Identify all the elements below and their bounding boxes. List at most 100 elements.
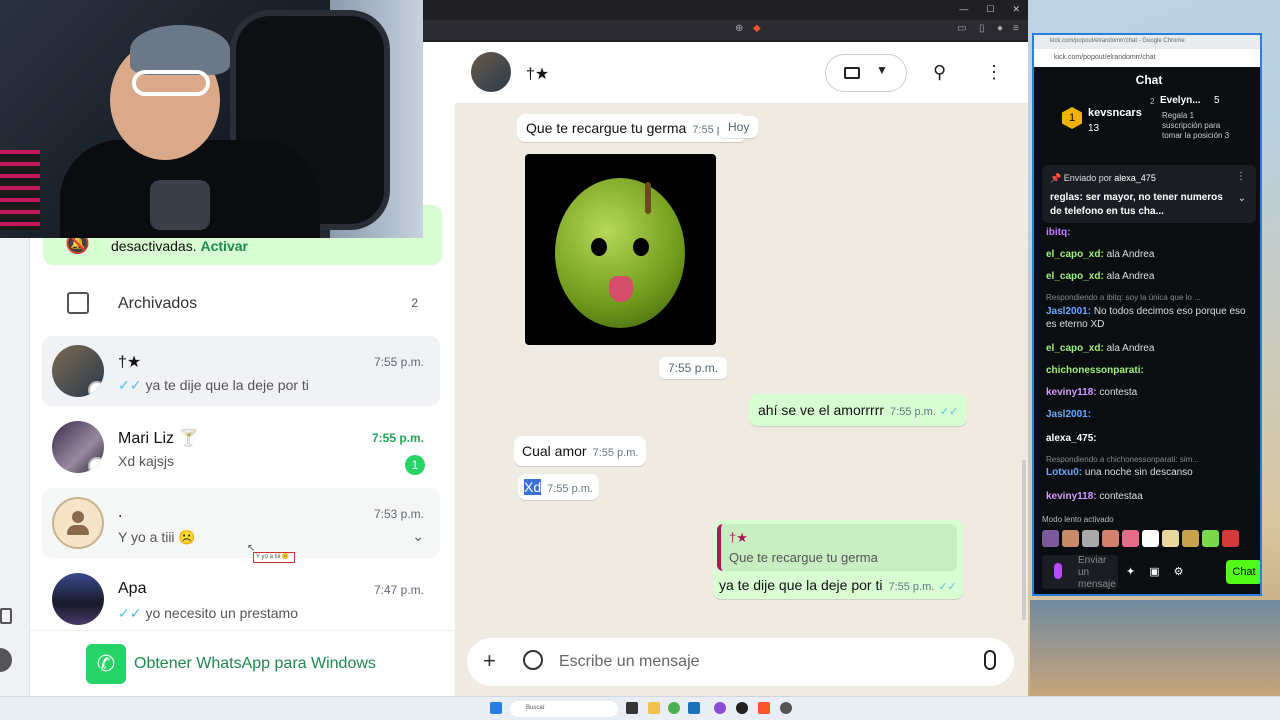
menu-icon[interactable]: ≡ [1013,23,1019,34]
emote-icon[interactable] [1102,530,1119,547]
close-icon[interactable]: ✕ [1012,4,1020,15]
windows-start-icon[interactable] [490,702,502,714]
chat-line: chichonessonparati: [1046,365,1144,376]
chat-line: Jasl2001: No todos decimos eso porque es… [1046,306,1246,330]
brave-shield-icon[interactable]: ◆ [753,23,761,34]
default-person-icon [72,511,84,523]
more-options-icon[interactable]: ⋮ [1236,171,1246,182]
chat-time: 7:55 p.m. [373,355,424,369]
wallet-icon[interactable]: ▭ [957,23,966,34]
quoted-author: †★ [729,530,748,545]
read-ticks-icon: ✓✓ [118,605,142,621]
read-ticks-icon: ✓✓ [118,377,142,393]
message-time: 7:55 p.m. [592,447,639,459]
emote-icon[interactable] [1202,530,1219,547]
dropdown-arrow-icon: ▼ [876,63,888,77]
contact-avatar[interactable] [471,52,511,92]
photoshop-icon[interactable] [688,702,700,714]
get-windows-app-banner[interactable]: ✆ Obtener WhatsApp para Windows [30,630,455,696]
olive-image [555,178,685,328]
nav-rail [0,238,30,696]
pinned-message[interactable]: 📌 Enviado por alexa_475 reglas: ser mayo… [1042,165,1256,223]
emote-icon[interactable] [1062,530,1079,547]
sticker-icon[interactable] [523,650,543,670]
emote-bar [1042,530,1239,547]
send-chat-button[interactable]: Chat [1226,560,1260,584]
message-bubble[interactable]: Xd 7:55 p.m. [518,474,599,500]
search-icon[interactable]: ⚲ [933,62,946,83]
archived-count: 2 [411,296,418,310]
chat-line: Lotxu0: una noche sin descanso [1046,467,1193,478]
sidebar-toggle-icon[interactable]: ▯ [979,23,985,34]
maximize-icon[interactable]: ☐ [986,4,994,15]
microphone-prop [150,180,210,230]
chat-time: 7:53 p.m. [373,507,424,521]
chat-item-3[interactable]: . 7:53 p.m. Y yo a tiii ☹️ ⌄ [42,488,440,558]
emote-icon[interactable] [1082,530,1099,547]
emote-icon[interactable] [1162,530,1179,547]
minimize-icon[interactable]: — [959,4,968,15]
message-bubble[interactable]: Que te recargue tu germa 7:55 p.m. [517,114,748,142]
chat-line: alexa_475: [1046,433,1097,444]
chat-item-2[interactable]: Mari Liz 🍸 7:55 p.m. Xd kajsjs 1 [42,412,440,482]
scrollbar[interactable] [1022,460,1026,620]
chevron-down-icon[interactable]: ⌄ [412,528,424,545]
chat-item-4[interactable]: Apa 7:47 p.m. ✓✓ yo necesito un prestamo [42,564,440,634]
contact-name[interactable]: †★ [526,64,549,84]
reply-message-bubble[interactable]: †★ Que te recargue tu germa ya te dije q… [713,520,963,599]
kick-chat-header: Chat [1135,73,1163,87]
emote-menu-icon[interactable]: ✦ [1126,565,1135,578]
chat-preview: ya te dije que la deje por ti [145,377,309,393]
emote-icon[interactable] [1142,530,1159,547]
settings-icon[interactable] [780,702,792,714]
emote-icon[interactable] [1122,530,1139,547]
image-message[interactable] [525,154,716,345]
archive-icon [67,292,89,314]
quoted-message[interactable]: †★ Que te recargue tu germa [717,524,957,571]
chat-line: el_capo_xd: ala Andrea [1046,249,1155,260]
obs-icon[interactable] [736,702,748,714]
microphone-icon[interactable] [984,650,996,670]
chat-line: el_capo_xd: ala Andrea [1046,271,1155,282]
gifter-count: 13 [1088,123,1100,134]
pinned-by-user: alexa_475 [1114,173,1156,183]
message-text: Cual amor [522,443,587,459]
status-icon[interactable] [0,608,12,624]
profile-icon[interactable]: ● [997,23,1003,34]
microphone-icon[interactable] [1054,563,1062,579]
message-input[interactable]: Escribe un mensaje [559,653,700,671]
task-view-icon[interactable] [626,702,638,714]
emote-icon[interactable] [1182,530,1199,547]
kick-chat-input[interactable]: Enviar un mensaje [1042,555,1118,590]
message-text: Xd [524,479,542,495]
chat-preview: Y yo a tiii ☹️ [118,529,196,545]
store-icon[interactable]: ▣ [1149,565,1159,578]
brave-icon[interactable] [758,702,770,714]
message-composer: + Escribe un mensaje [467,638,1014,686]
taskbar-search[interactable]: Buscar [510,701,618,717]
chrome-icon[interactable] [668,702,680,714]
chevron-down-icon[interactable]: ⌄ [1238,193,1246,204]
message-bubble[interactable]: ahí se ve el amorrrrr 7:55 p.m. ✓✓ [749,394,968,426]
avatar [52,421,104,473]
app-icon[interactable] [714,702,726,714]
notification-text: desactivadas. [111,238,197,254]
file-explorer-icon[interactable] [648,702,660,714]
chat-item-1[interactable]: †★ 7:55 p.m. ✓✓ ya te dije que la deje po… [42,336,440,406]
gifter-count: 5 [1214,95,1220,106]
archived-row[interactable]: Archivados 2 [43,284,442,324]
emote-icon[interactable] [1222,530,1239,547]
video-call-button[interactable]: ▼ [825,54,907,92]
more-options-icon[interactable]: ⋮ [985,62,1003,83]
message-text: ahí se ve el amorrrrr [758,402,885,418]
chat-time: 7:47 p.m. [373,583,424,597]
settings-gear-icon[interactable]: ⚙ [1174,565,1184,578]
get-windows-app-label: Obtener WhatsApp para Windows [134,655,376,672]
kick-chat-window: kick.com/popout/elrandomrr/chat - Google… [1032,33,1262,596]
attach-plus-icon[interactable]: + [483,648,496,674]
message-bubble[interactable]: Cual amor 7:55 p.m. [514,436,647,466]
activate-link[interactable]: Activar [201,238,248,254]
message-time: 7:55 p.m. [659,357,728,379]
zoom-icon[interactable]: ⊕ [735,23,743,34]
emote-icon[interactable] [1042,530,1059,547]
